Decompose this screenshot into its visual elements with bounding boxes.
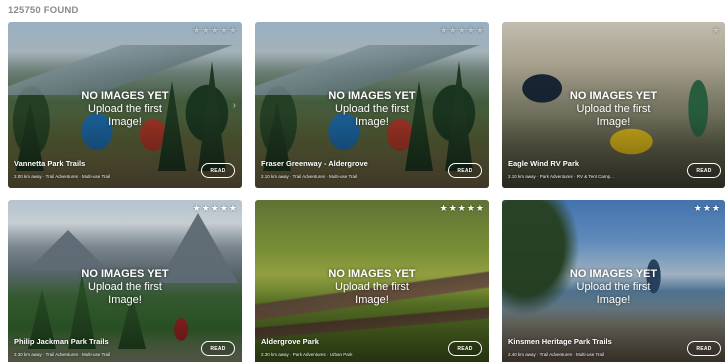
card-title[interactable]: Philip Jackman Park Trails: [14, 337, 109, 346]
card-title[interactable]: Eagle Wind RV Park: [508, 159, 579, 168]
card-meta: 2.00 km away · Trail Adventures · Multi-…: [14, 174, 111, 179]
card-title[interactable]: Fraser Greenway - Aldergrove: [261, 159, 368, 168]
card-meta: 2.30 km away · Park Adventures · Urban P…: [261, 352, 353, 357]
rating-stars: ★: [711, 25, 721, 35]
card-title[interactable]: Vannetta Park Trails: [14, 159, 85, 168]
results-grid: ★★★★★ › NO IMAGES YET Upload the first I…: [0, 0, 725, 362]
rating-stars: ★★★: [693, 203, 721, 213]
read-button[interactable]: READ: [687, 341, 721, 356]
listing-card[interactable]: ★★★★★ NO IMAGES YET Upload the first Ima…: [255, 200, 489, 362]
no-images-placeholder[interactable]: NO IMAGES YET Upload the first Image!: [8, 90, 242, 129]
card-title[interactable]: Kinsmen Heritage Park Trails: [508, 337, 612, 346]
read-button[interactable]: READ: [448, 341, 482, 356]
no-images-placeholder[interactable]: NO IMAGES YET Upload the first Image!: [255, 268, 489, 307]
listing-card[interactable]: ★★★★★ NO IMAGES YET Upload the first Ima…: [255, 22, 489, 188]
card-meta: 2.10 km away · Trail Adventures · Multi-…: [261, 174, 358, 179]
read-button[interactable]: READ: [201, 163, 235, 178]
read-button[interactable]: READ: [687, 163, 721, 178]
no-images-placeholder[interactable]: NO IMAGES YET Upload the first Image!: [502, 268, 725, 307]
listing-card[interactable]: ★★★ NO IMAGES YET Upload the first Image…: [502, 200, 725, 362]
card-meta: 2.30 km away · Trail Adventures · Multi-…: [14, 352, 111, 357]
card-title[interactable]: Aldergrove Park: [261, 337, 319, 346]
read-button[interactable]: READ: [448, 163, 482, 178]
no-images-placeholder[interactable]: NO IMAGES YET Upload the first Image!: [255, 90, 489, 129]
no-images-placeholder[interactable]: NO IMAGES YET Upload the first Image!: [8, 268, 242, 307]
card-meta: 2.10 km away · Park Adventures · RV & Te…: [508, 174, 614, 179]
read-button[interactable]: READ: [201, 341, 235, 356]
listing-card[interactable]: ★★★★★ › NO IMAGES YET Upload the first I…: [8, 22, 242, 188]
listing-card[interactable]: ★★★★★ NO IMAGES YET Upload the first Ima…: [8, 200, 242, 362]
rating-stars: ★★★★★: [192, 25, 238, 35]
rating-stars: ★★★★★: [439, 203, 485, 213]
rating-stars: ★★★★★: [192, 203, 238, 213]
card-meta: 2.40 km away · Trail Adventures · Multi-…: [508, 352, 605, 357]
listing-card[interactable]: ★ NO IMAGES YET Upload the first Image! …: [502, 22, 725, 188]
rating-stars: ★★★★★: [439, 25, 485, 35]
no-images-placeholder[interactable]: NO IMAGES YET Upload the first Image!: [502, 90, 725, 129]
